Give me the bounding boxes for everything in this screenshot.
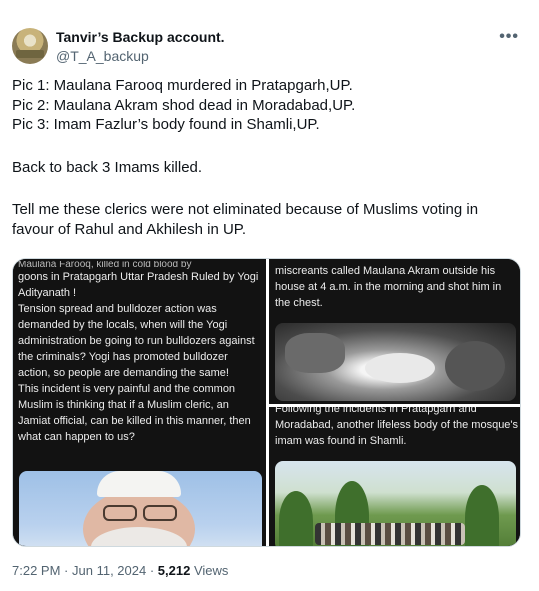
more-horizontal-icon[interactable]: ••• bbox=[499, 28, 519, 46]
views-label: Views bbox=[193, 563, 229, 578]
image-1-cut-line: Maulana Farooq, killed in cold blood by bbox=[18, 261, 192, 269]
image-2-photo bbox=[275, 323, 516, 401]
tweet-line-1: Pic 1: Maulana Farooq murdered in Pratap… bbox=[12, 77, 353, 94]
photo-blob bbox=[285, 333, 345, 373]
glasses-right-shape bbox=[143, 505, 177, 521]
photo-blob bbox=[445, 341, 505, 391]
image-1-photo bbox=[19, 471, 262, 546]
image-3-caption: Following the incidents in Pratapgarh an… bbox=[275, 407, 519, 447]
tweet-line-4: Back to back 3 Imams killed. bbox=[12, 158, 203, 176]
tree-shape bbox=[465, 485, 499, 546]
cap-shape bbox=[97, 471, 181, 497]
media-grid: Maulana Farooq, killed in cold blood by … bbox=[12, 258, 521, 547]
image-1-caption: goons in Pratapgarh Uttar Pradesh Ruled … bbox=[18, 271, 259, 443]
author-handle[interactable]: @T_A_backup bbox=[56, 48, 149, 64]
author-display-name[interactable]: Tanvir’s Backup account. bbox=[56, 29, 225, 45]
tree-shape bbox=[279, 491, 313, 546]
tweet-line-2: Pic 2: Maulana Akram shod dead in Morada… bbox=[12, 96, 356, 114]
image-3-photo bbox=[275, 461, 516, 546]
crowd-shape bbox=[315, 523, 465, 545]
media-image-2[interactable]: miscreants called Maulana Akram outside … bbox=[269, 259, 520, 404]
tweet-line-3: Pic 3: Imam Fazlur’s body found in Shaml… bbox=[12, 116, 320, 133]
tweet-date[interactable]: Jun 11, 2024 bbox=[72, 563, 146, 578]
media-image-1[interactable]: Maulana Farooq, killed in cold blood by … bbox=[13, 259, 266, 546]
tweet-text: Pic 1: Maulana Farooq murdered in Pratap… bbox=[12, 76, 522, 239]
meta-separator: · bbox=[149, 563, 158, 578]
image-2-caption: miscreants called Maulana Akram outside … bbox=[275, 265, 502, 309]
avatar[interactable] bbox=[12, 28, 48, 64]
views-count: 5,212 bbox=[157, 563, 191, 578]
tweet: Tanvir’s Backup account. @T_A_backup •••… bbox=[0, 0, 539, 591]
tweet-line-5: Tell me these clerics were not eliminate… bbox=[12, 201, 479, 238]
image-1-text: Maulana Farooq, killed in cold blood by … bbox=[18, 261, 263, 445]
tweet-meta: 7:22 PM · Jun 11, 2024 · 5,212 Views bbox=[12, 563, 228, 578]
media-image-3[interactable]: Following the incidents in Pratapgarh an… bbox=[269, 407, 520, 546]
meta-separator: · bbox=[64, 563, 72, 578]
photo-blob bbox=[365, 353, 435, 383]
tweet-time[interactable]: 7:22 PM bbox=[12, 563, 60, 578]
glasses-left-shape bbox=[103, 505, 137, 521]
